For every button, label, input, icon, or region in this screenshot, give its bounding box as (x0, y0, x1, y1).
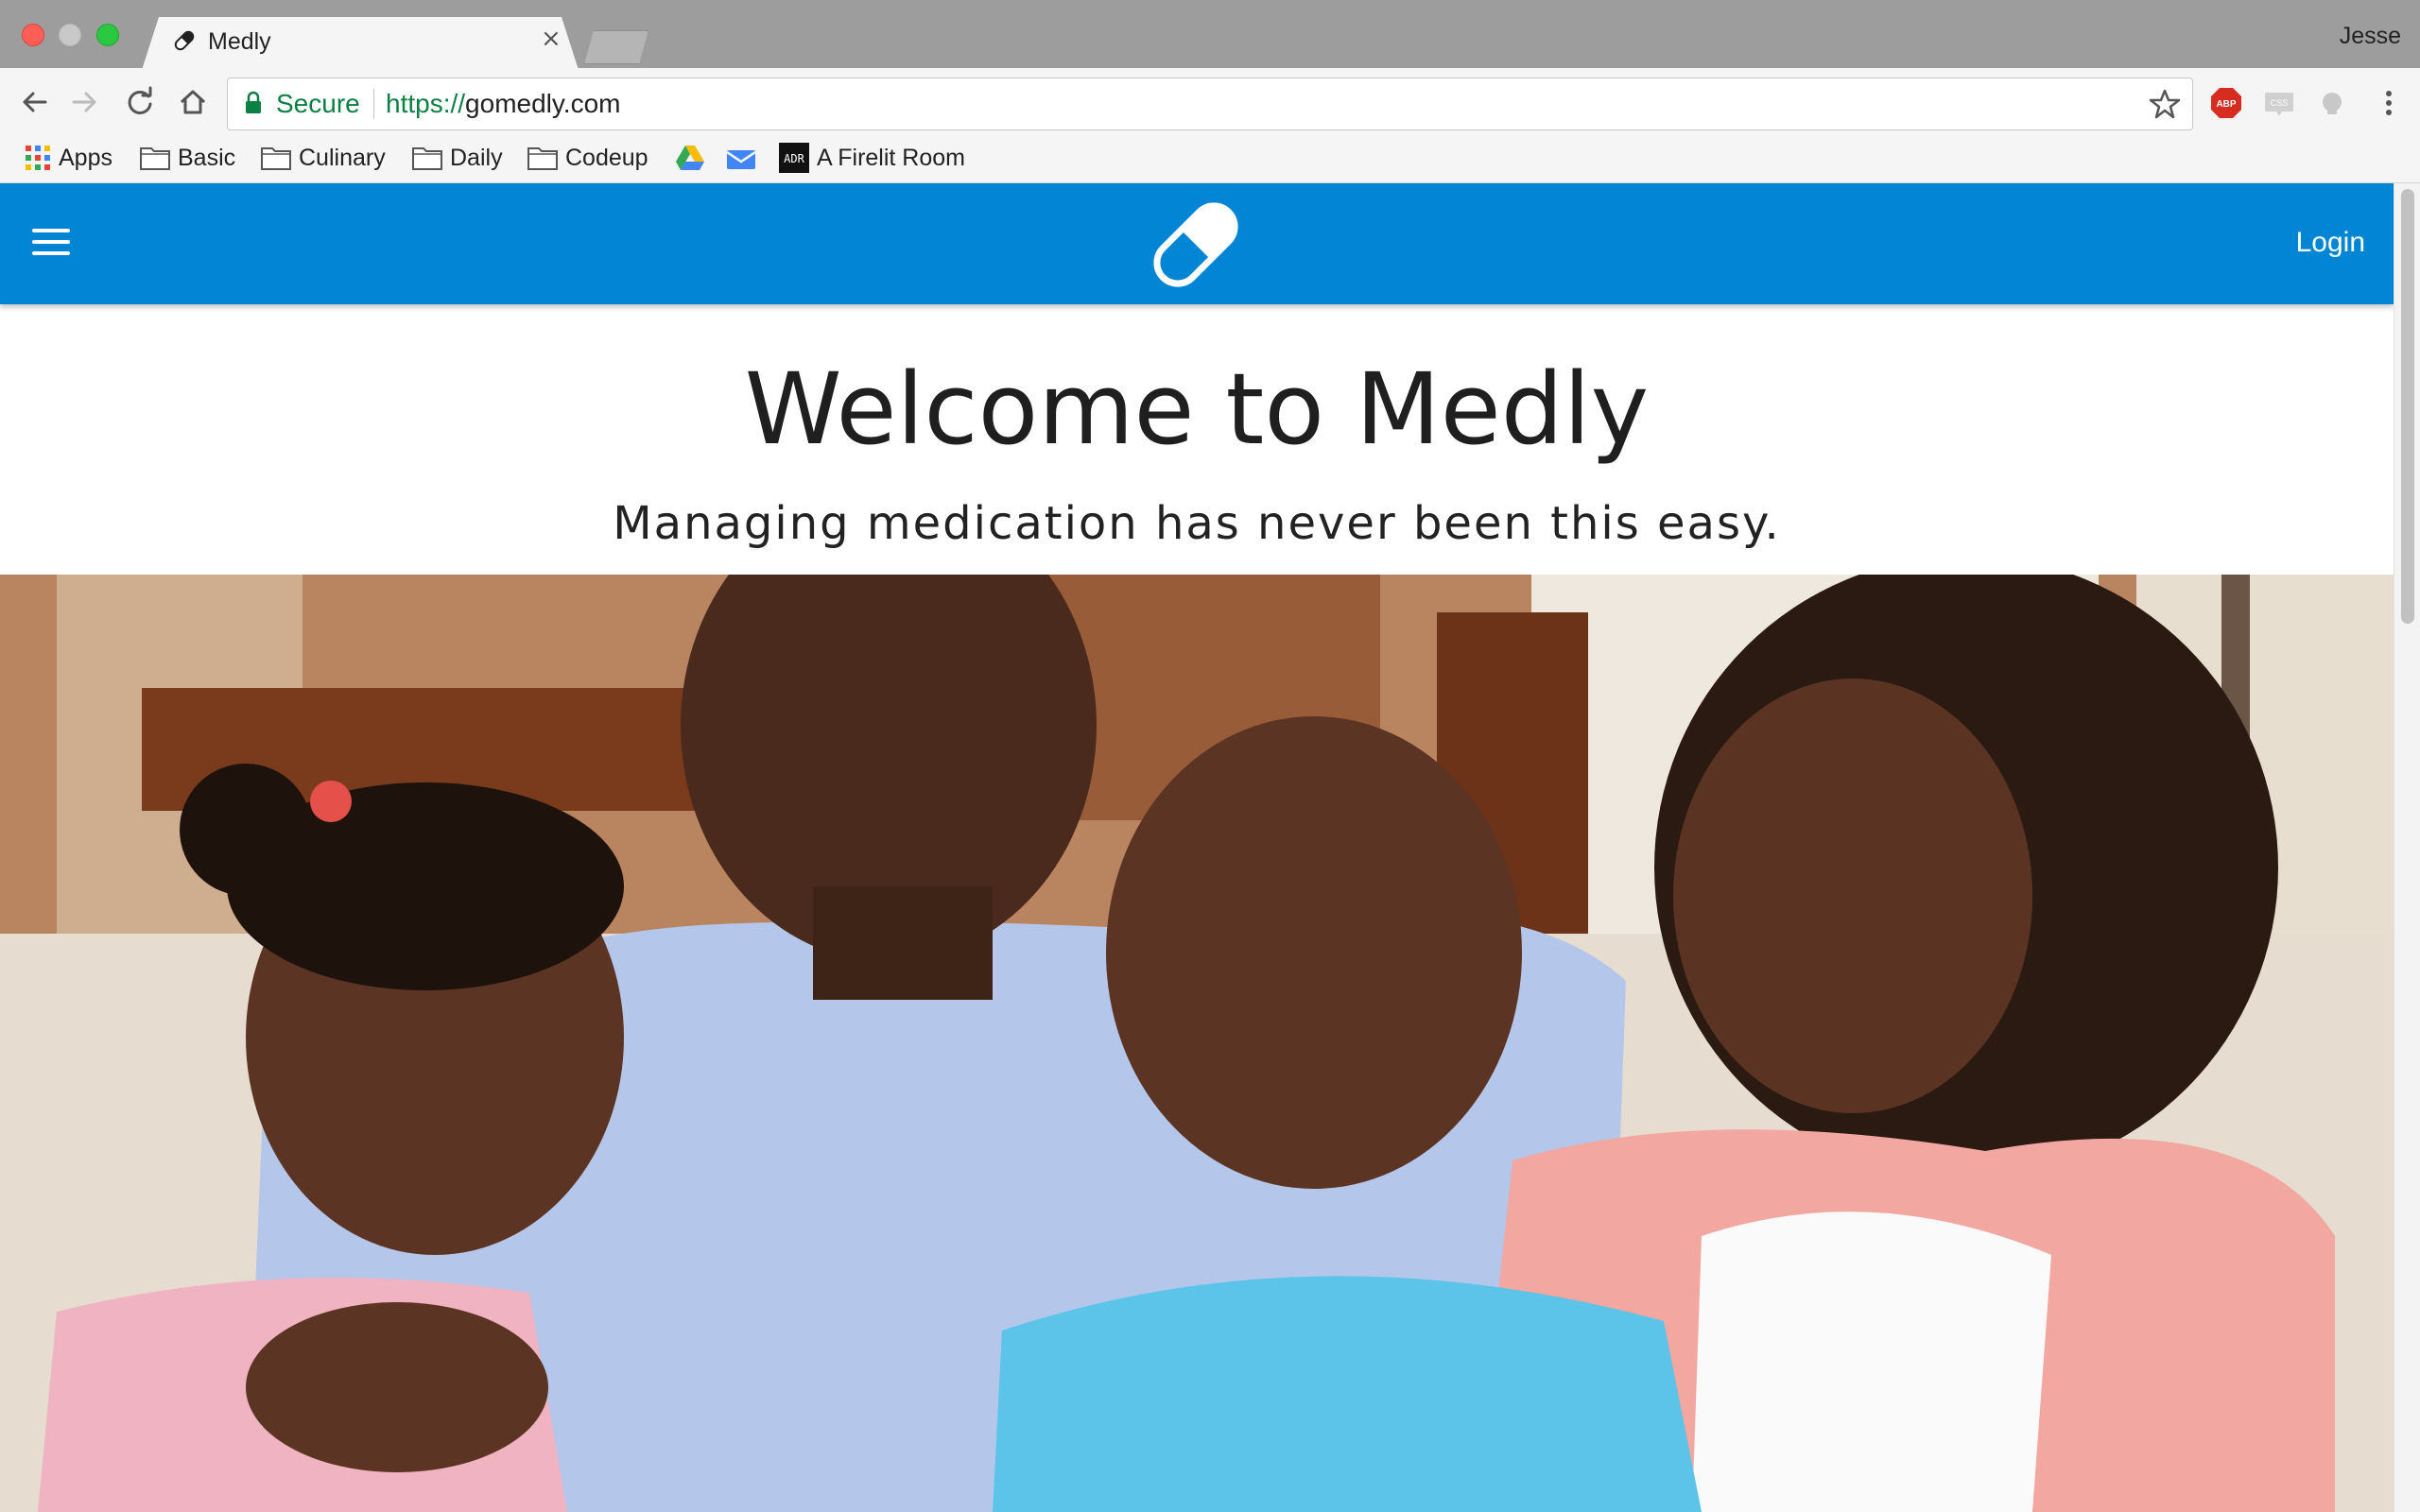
extension-icon[interactable] (2316, 87, 2348, 119)
google-drive-icon (676, 146, 704, 170)
page-title: Welcome to Medly (744, 352, 1650, 467)
apps-grid-icon (26, 146, 50, 170)
css-label: CSS (2271, 98, 2289, 108)
forward-arrow-icon[interactable] (68, 85, 102, 119)
bookmark-label: Daily (450, 144, 503, 171)
new-tab-button[interactable] (584, 30, 648, 64)
adr-icon: ADR (779, 143, 809, 173)
folder-icon (261, 147, 291, 170)
bookmark-folder-culinary[interactable]: Culinary (261, 142, 386, 174)
menu-kebab-icon[interactable] (2373, 87, 2405, 119)
url-host: gomedly.com (465, 89, 621, 118)
folder-icon (412, 147, 442, 170)
app-header: Login (0, 183, 2394, 304)
bookmark-label: Basic (178, 144, 236, 171)
page-viewport: Login Welcome to Medly Managing medicati… (0, 183, 2394, 1512)
reload-icon[interactable] (123, 85, 157, 119)
login-link[interactable]: Login (2296, 227, 2365, 259)
back-arrow-icon[interactable] (17, 85, 51, 119)
bookmark-folder-daily[interactable]: Daily (412, 142, 503, 174)
window-zoom-button[interactable] (96, 24, 119, 46)
css-icon[interactable]: CSS (2263, 87, 2295, 119)
home-icon[interactable] (176, 85, 210, 119)
bookmark-label: A Firelit Room (817, 144, 965, 171)
window-close-button[interactable] (22, 24, 44, 46)
scrollbar-thumb[interactable] (2401, 189, 2414, 624)
family-photo-illustration (0, 575, 2394, 1512)
secure-label: Secure (276, 89, 360, 118)
bookmark-a-firelit-room[interactable]: ADR A Firelit Room (779, 142, 965, 174)
abp-icon[interactable]: ABP (2210, 87, 2242, 119)
hero-family-photo (0, 575, 2394, 1512)
pill-icon (174, 30, 195, 51)
pill-logo-icon[interactable] (1144, 195, 1248, 295)
url-text[interactable]: https://gomedly.com (386, 89, 620, 119)
folder-icon (140, 147, 170, 170)
bookmark-google-drive[interactable] (675, 142, 705, 174)
bookmark-folder-codeup[interactable]: Codeup (527, 142, 648, 174)
folder-icon (527, 147, 558, 170)
window-minimize-button[interactable] (59, 24, 81, 46)
bookmark-apps[interactable]: Apps (25, 142, 112, 174)
adr-label: ADR (784, 152, 804, 165)
bookmark-label: Codeup (565, 144, 648, 171)
bookmark-label: Apps (59, 144, 112, 171)
bookmark-star-icon[interactable] (2148, 87, 2182, 121)
tab-title: Medly (208, 28, 271, 55)
page-subtitle: Managing medication has never been this … (613, 497, 1781, 550)
bookmark-inbox[interactable] (726, 142, 756, 174)
inbox-icon (726, 150, 756, 169)
bookmark-folder-basic[interactable]: Basic (140, 142, 235, 174)
hamburger-menu-icon[interactable] (32, 229, 70, 259)
bookmark-label: Culinary (299, 144, 386, 171)
profile-name[interactable]: Jesse (2340, 23, 2401, 50)
abp-label: ABP (2216, 99, 2236, 110)
tab-close-icon[interactable]: × (541, 26, 562, 51)
address-separator (373, 89, 374, 119)
lock-icon (246, 91, 261, 113)
url-scheme: https:// (386, 89, 466, 118)
